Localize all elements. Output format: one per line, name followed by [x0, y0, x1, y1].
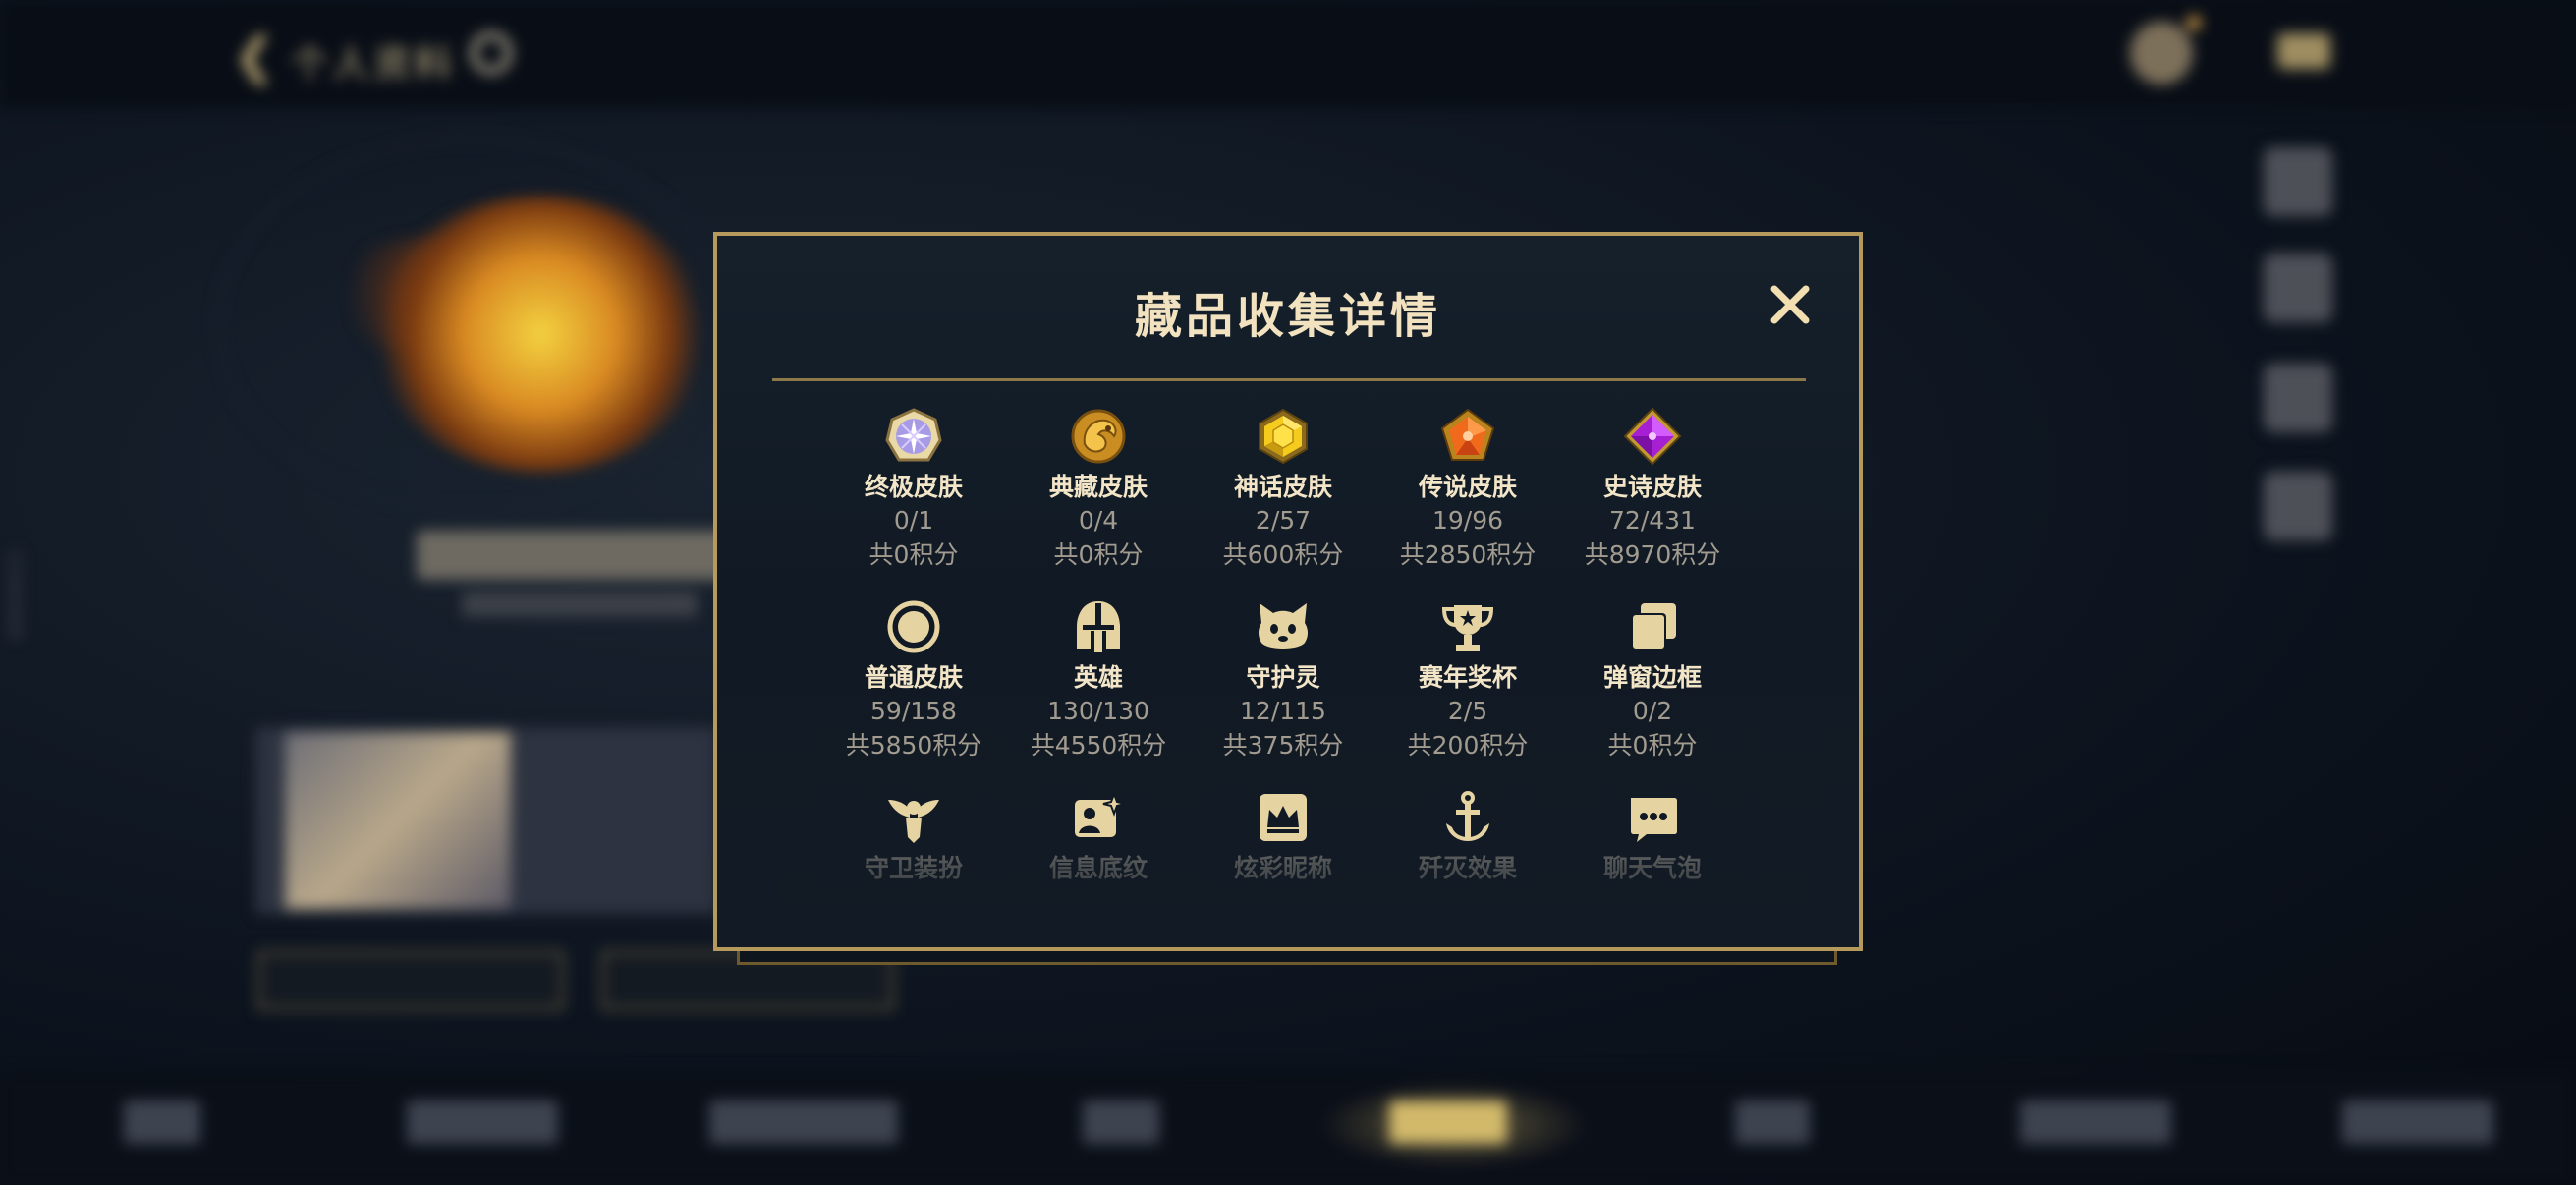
item-name: 守护灵: [1246, 663, 1320, 692]
collection-item[interactable]: 普通皮肤 59/158 共5850积分: [821, 597, 1006, 762]
tab-3[interactable]: [709, 1100, 898, 1144]
item-name: 传说皮肤: [1418, 473, 1517, 501]
collection-item[interactable]: 英雄 130/130 共4550积分: [1006, 597, 1191, 762]
player-name: [417, 531, 731, 580]
collection-item[interactable]: 史诗皮肤 72/431 共8970积分: [1560, 407, 1745, 572]
item-name: 英雄: [1073, 663, 1123, 692]
close-icon[interactable]: [1763, 277, 1818, 332]
item-points: 共0积分: [868, 540, 959, 569]
item-points: 共4550积分: [1030, 731, 1167, 760]
item-name: 神话皮肤: [1233, 473, 1332, 501]
legend-skin-gem-icon: [1440, 408, 1495, 461]
tab-8[interactable]: [2342, 1100, 2493, 1144]
collection-item[interactable]: 守卫装扮: [821, 788, 1006, 884]
item-name: 普通皮肤: [864, 663, 963, 692]
item-name: 聊天气泡: [1602, 854, 1702, 882]
popup-frame-icon: [1631, 603, 1676, 650]
settings-gear-icon[interactable]: [470, 31, 513, 75]
item-points: 共0积分: [1607, 731, 1698, 760]
item-count: 2/57: [1255, 506, 1312, 535]
item-name: 炫彩昵称: [1233, 854, 1332, 882]
item-count: 0/2: [1632, 697, 1673, 725]
friends-icon[interactable]: [2277, 33, 2330, 69]
collection-item[interactable]: 终极皮肤 0/1 共0积分: [821, 407, 1006, 572]
item-count: 59/158: [870, 697, 957, 725]
season-trophy-icon: [1441, 605, 1494, 651]
item-name: 信息底纹: [1048, 854, 1148, 882]
item-points: 共5850积分: [845, 731, 982, 760]
item-count: 72/431: [1609, 506, 1696, 535]
side-icon-3[interactable]: [2264, 364, 2332, 432]
item-points: 共600积分: [1222, 540, 1344, 569]
item-count: 19/96: [1431, 506, 1504, 535]
normal-skin-circle-icon: [887, 600, 940, 653]
item-points: 共200积分: [1407, 731, 1529, 760]
item-count: 2/5: [1447, 697, 1488, 725]
info-background-icon: [1075, 791, 1126, 837]
collection-item[interactable]: 信息底纹: [1006, 788, 1191, 884]
side-icon-4[interactable]: [2264, 472, 2332, 540]
medal-icon[interactable]: [2130, 22, 2193, 85]
item-count: 130/130: [1047, 697, 1149, 725]
collection-item[interactable]: 守护灵 12/115 共375积分: [1191, 597, 1375, 762]
item-points: 共375积分: [1222, 731, 1344, 760]
tab-6[interactable]: [1735, 1100, 1810, 1144]
item-count: 0/1: [893, 506, 934, 535]
epic-skin-gem-icon: [1623, 407, 1682, 466]
collection-details-modal: 藏品收集详情 终极皮肤 0/1 共0积分 典藏皮肤 0/4 共0积分 神话皮肤 …: [713, 232, 1863, 951]
screen: ❮ 个人资料 51064089 藏品收集详情 终极皮肤 0/1 共0积分 典藏皮…: [0, 0, 2576, 1185]
item-points: 共0积分: [1053, 540, 1144, 569]
page-title: 个人资料: [291, 42, 457, 85]
collection-skin-dragon-icon: [1071, 409, 1126, 464]
item-name: 弹窗边框: [1602, 663, 1702, 692]
collection-item[interactable]: 赛年奖杯 2/5 共200积分: [1375, 597, 1560, 762]
guard-outfit-icon: [888, 800, 939, 843]
hero-helmet-icon: [1077, 601, 1120, 652]
ultimate-skin-gem-icon: [885, 408, 942, 462]
bottom-tab-bar: [0, 1071, 2576, 1185]
collection-item[interactable]: 炫彩昵称: [1191, 788, 1375, 884]
player-subtitle: [462, 592, 698, 617]
item-name: 守卫装扮: [864, 854, 963, 882]
back-arrow-icon[interactable]: ❮: [234, 28, 275, 85]
tab-7[interactable]: [2020, 1100, 2171, 1144]
collection-item[interactable]: 传说皮肤 19/96 共2850积分: [1375, 407, 1560, 572]
side-icon-1[interactable]: [2264, 147, 2332, 216]
item-name: 终极皮肤: [864, 473, 963, 501]
mythic-skin-gem-icon: [1259, 408, 1308, 465]
showcase-card-art: [285, 732, 511, 909]
side-code: 51064089: [4, 550, 25, 641]
item-name: 史诗皮肤: [1602, 473, 1702, 501]
side-icon-2[interactable]: [2264, 254, 2332, 322]
title-divider: [772, 378, 1806, 381]
item-name: 赛年奖杯: [1418, 663, 1517, 692]
annihilation-effect-icon: [1446, 791, 1489, 841]
chat-bubble-icon: [1631, 798, 1677, 842]
item-name: 歼灭效果: [1418, 854, 1517, 882]
item-count: 12/115: [1240, 697, 1326, 725]
collection-item[interactable]: 歼灭效果: [1375, 788, 1560, 884]
modal-title: 藏品收集详情: [1134, 289, 1441, 344]
guardian-spirit-icon: [1259, 603, 1308, 649]
collection-item[interactable]: 神话皮肤 2/57 共600积分: [1191, 407, 1375, 572]
left-action-button[interactable]: [257, 951, 564, 1010]
item-points: 共8970积分: [1584, 540, 1721, 569]
item-points: 共2850积分: [1399, 540, 1537, 569]
rank-emblem: [373, 197, 707, 472]
tab-5-active[interactable]: [1389, 1100, 1507, 1144]
tab-1[interactable]: [124, 1100, 200, 1144]
item-name: 典藏皮肤: [1048, 473, 1148, 501]
collection-item[interactable]: 典藏皮肤 0/4 共0积分: [1006, 407, 1191, 572]
collection-item[interactable]: 弹窗边框 0/2 共0积分: [1560, 597, 1745, 762]
item-count: 0/4: [1078, 506, 1119, 535]
notification-dot-icon: [2187, 16, 2201, 29]
colorful-nickname-icon: [1260, 794, 1307, 841]
collection-item[interactable]: 聊天气泡: [1560, 788, 1745, 884]
tab-2[interactable]: [407, 1100, 558, 1144]
tab-4[interactable]: [1083, 1100, 1159, 1144]
